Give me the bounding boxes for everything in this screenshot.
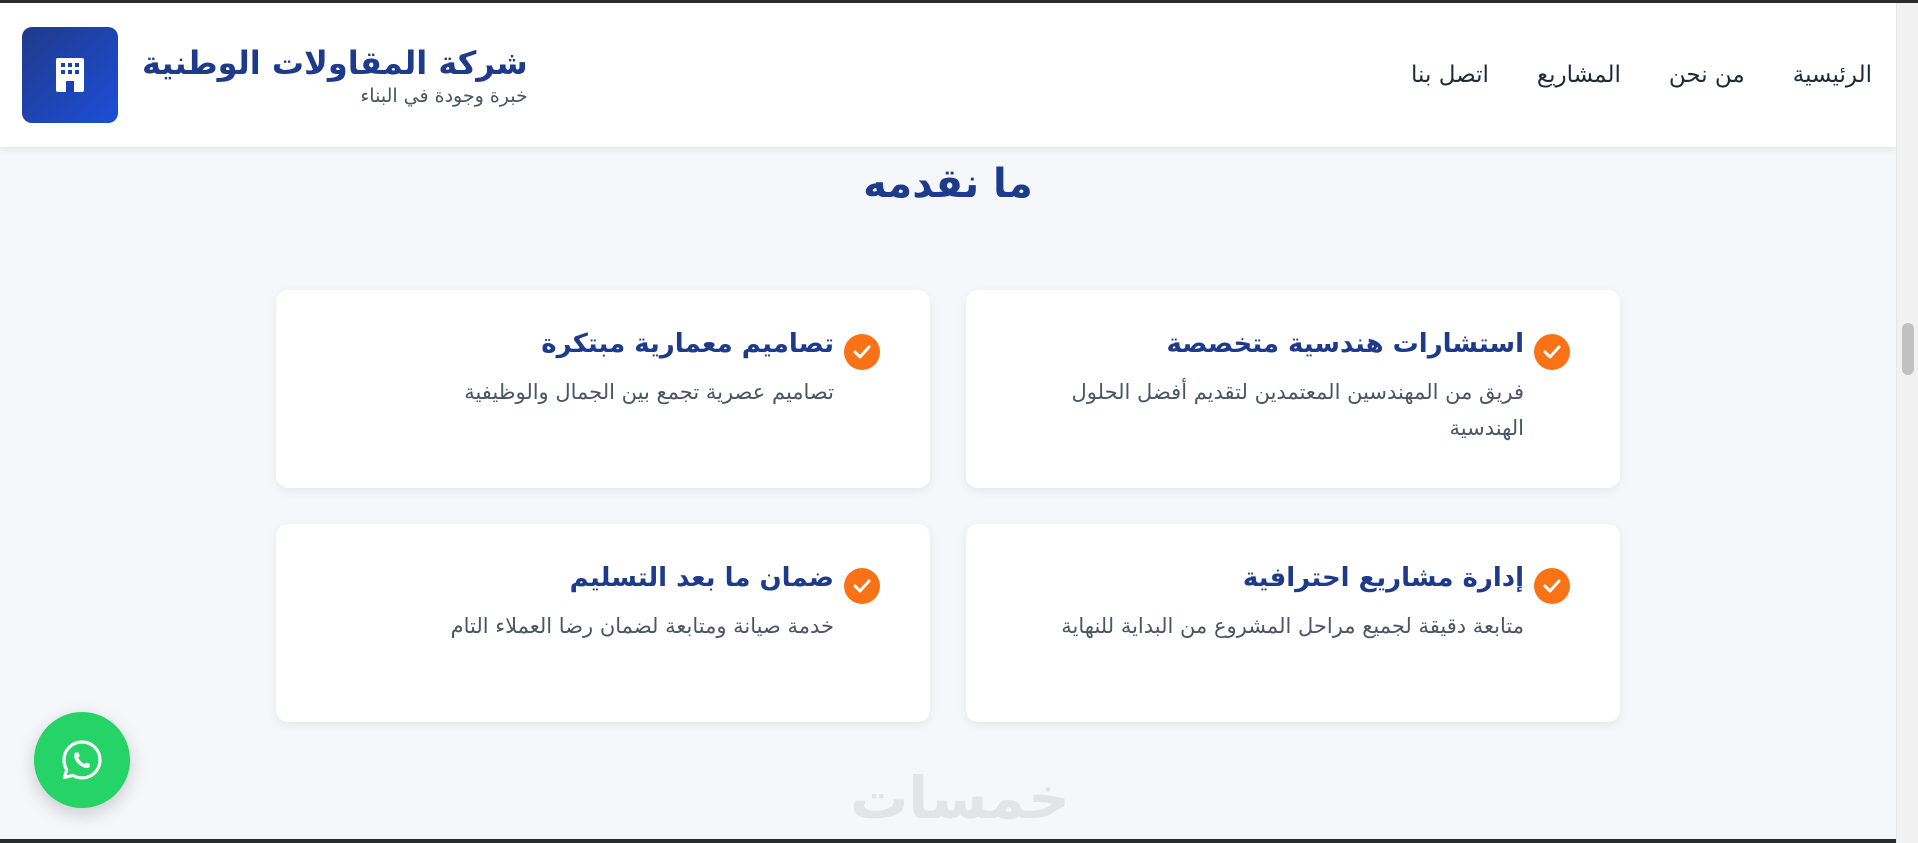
- card-title: ضمان ما بعد التسليم: [569, 563, 834, 593]
- page-viewport: الرئيسية من نحن المشاريع اتصل بنا شركة ا…: [0, 3, 1896, 843]
- nav-link-home[interactable]: الرئيسية: [1793, 62, 1872, 88]
- card-title: تصاميم معمارية مبتكرة: [541, 329, 834, 359]
- watermark: خمسات: [850, 764, 1070, 832]
- logo[interactable]: [22, 27, 118, 123]
- main-nav: الرئيسية من نحن المشاريع اتصل بنا: [1411, 3, 1872, 147]
- check-circle-icon: [844, 568, 880, 604]
- card-description: فريق من المهندسين المعتمدين لتقديم أفضل …: [1071, 380, 1524, 440]
- brand[interactable]: شركة المقاولات الوطنية خبرة وجودة في الب…: [22, 27, 528, 123]
- nav-link-about[interactable]: من نحن: [1669, 62, 1745, 88]
- check-circle-icon: [1534, 568, 1570, 604]
- vertical-scrollbar[interactable]: [1896, 3, 1918, 843]
- scrollbar-thumb[interactable]: [1902, 323, 1914, 375]
- service-card-consulting: استشارات هندسية متخصصة فريق من المهندسين…: [966, 290, 1620, 488]
- nav-link-contact[interactable]: اتصل بنا: [1411, 62, 1489, 88]
- card-title: استشارات هندسية متخصصة: [1166, 329, 1525, 359]
- section-title: ما نقدمه: [863, 161, 1033, 207]
- check-circle-icon: [844, 334, 880, 370]
- service-card-design: تصاميم معمارية مبتكرة تصاميم عصرية تجمع …: [276, 290, 930, 488]
- site-header: الرئيسية من نحن المشاريع اتصل بنا شركة ا…: [0, 3, 1896, 147]
- card-body: استشارات هندسية متخصصة فريق من المهندسين…: [1004, 326, 1524, 446]
- service-card-project-management: إدارة مشاريع احترافية متابعة دقيقة لجميع…: [966, 524, 1620, 722]
- card-body: تصاميم معمارية مبتكرة تصاميم عصرية تجمع …: [314, 326, 834, 410]
- whatsapp-icon: [62, 740, 102, 780]
- brand-text: شركة المقاولات الوطنية خبرة وجودة في الب…: [142, 43, 528, 107]
- window-bottom-border: [0, 839, 1896, 843]
- building-icon: [56, 58, 84, 92]
- check-circle-icon: [1534, 334, 1570, 370]
- whatsapp-button[interactable]: [34, 712, 130, 808]
- card-body: إدارة مشاريع احترافية متابعة دقيقة لجميع…: [1004, 560, 1524, 644]
- nav-link-projects[interactable]: المشاريع: [1537, 62, 1621, 88]
- brand-name: شركة المقاولات الوطنية: [142, 44, 528, 82]
- card-description: خدمة صيانة ومتابعة لضمان رضا العملاء الت…: [450, 614, 834, 638]
- card-title: إدارة مشاريع احترافية: [1242, 563, 1524, 593]
- service-card-warranty: ضمان ما بعد التسليم خدمة صيانة ومتابعة ل…: [276, 524, 930, 722]
- card-description: متابعة دقيقة لجميع مراحل المشروع من البد…: [1061, 614, 1524, 638]
- card-description: تصاميم عصرية تجمع بين الجمال والوظيفية: [464, 380, 834, 404]
- brand-tagline: خبرة وجودة في البناء: [360, 85, 528, 107]
- card-body: ضمان ما بعد التسليم خدمة صيانة ومتابعة ل…: [314, 560, 834, 644]
